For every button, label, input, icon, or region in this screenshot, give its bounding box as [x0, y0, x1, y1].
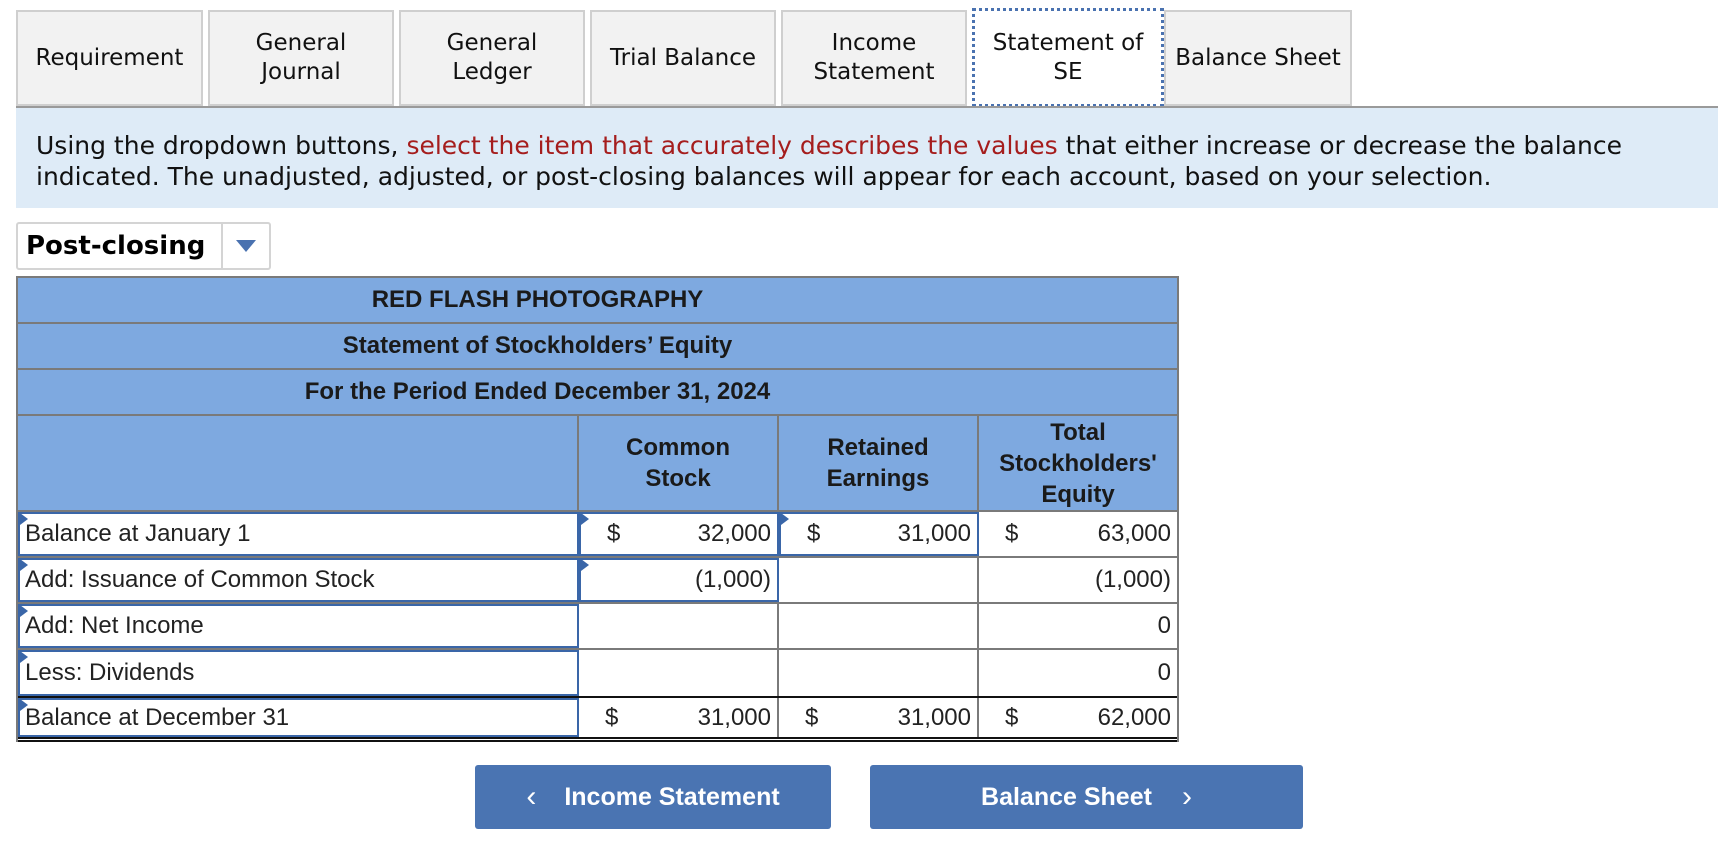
- table-row: Balance at January 1 $32,000 $31,000 $63…: [18, 512, 1177, 558]
- total-se-cell: 0: [979, 650, 1177, 696]
- column-header-blank: [18, 416, 579, 510]
- cell-value: 62,000: [1097, 703, 1171, 731]
- cell-value: (1,000): [1094, 566, 1171, 593]
- retained-earnings-cell: [779, 650, 979, 696]
- table-row: Add: Net Income 0: [18, 604, 1177, 650]
- cell-value: 31,000: [897, 520, 971, 547]
- statement-title: Statement of Stockholders’ Equity: [18, 324, 1177, 370]
- instructions-text: Using the dropdown buttons,: [36, 131, 407, 160]
- tab-general-ledger[interactable]: General Ledger: [399, 10, 585, 106]
- common-stock-cell: [579, 650, 779, 696]
- company-name-text: RED FLASH PHOTOGRAPHY: [371, 286, 704, 313]
- total-se-cell: (1,000): [979, 558, 1177, 602]
- common-stock-cell: [579, 604, 779, 648]
- tab-label: Trial Balance: [609, 44, 757, 71]
- total-se-total: $62,000: [979, 698, 1177, 737]
- tab-label: Balance Sheet: [1175, 44, 1341, 71]
- next-button-label: Balance Sheet: [981, 782, 1152, 811]
- dollar-sign: $: [607, 520, 621, 547]
- tab-balance-sheet[interactable]: Balance Sheet: [1164, 10, 1352, 106]
- total-se-cell: $63,000: [979, 512, 1177, 556]
- cell-value: 31,000: [697, 703, 771, 731]
- dollar-sign: $: [1005, 520, 1019, 547]
- cell-value: (1,000): [694, 566, 771, 593]
- table-row: Less: Dividends 0: [18, 650, 1177, 696]
- dollar-sign: $: [805, 703, 819, 731]
- row-label-input[interactable]: Less: Dividends: [18, 650, 579, 696]
- tab-income-statement[interactable]: Income Statement: [781, 10, 967, 106]
- chevron-left-icon: ‹: [526, 780, 537, 813]
- prev-button-label: Income Statement: [564, 782, 780, 811]
- cell-value: 32,000: [697, 520, 771, 547]
- column-header-retained-earnings: Retained Earnings: [779, 416, 979, 510]
- caret-down-icon: [236, 240, 256, 252]
- column-header-row: Common Stock Retained Earnings Total Sto…: [18, 416, 1177, 512]
- tab-label: General Ledger: [446, 30, 538, 85]
- row-label-input[interactable]: Add: Issuance of Common Stock: [18, 558, 579, 602]
- tab-statement-of-se[interactable]: Statement of SE: [972, 8, 1164, 107]
- common-stock-total: $31,000: [579, 698, 779, 737]
- dollar-sign: $: [605, 703, 619, 731]
- row-label-input[interactable]: Balance at December 31: [18, 698, 579, 737]
- statement-period: For the Period Ended December 31, 2024: [18, 370, 1177, 416]
- dropdown-selected-value: Post-closing: [26, 231, 206, 261]
- tab-label: Statement of SE: [992, 29, 1144, 85]
- retained-earnings-input[interactable]: $31,000: [779, 512, 979, 556]
- retained-earnings-cell: [779, 558, 979, 602]
- tab-bar: Requirement General Journal General Ledg…: [16, 8, 1357, 107]
- common-stock-input[interactable]: (1,000): [579, 558, 779, 602]
- cell-value: 0: [1157, 659, 1171, 686]
- retained-earnings-total: $31,000: [779, 698, 979, 737]
- next-balance-sheet-button[interactable]: Balance Sheet ›: [870, 765, 1303, 829]
- row-label-input[interactable]: Balance at January 1: [18, 512, 579, 556]
- balance-type-dropdown[interactable]: Post-closing: [16, 222, 271, 270]
- dropdown-toggle[interactable]: [221, 224, 269, 268]
- chevron-right-icon: ›: [1181, 780, 1192, 813]
- row-label-input[interactable]: Add: Net Income: [18, 604, 579, 648]
- cell-value: 63,000: [1097, 520, 1171, 547]
- tab-general-journal[interactable]: General Journal: [208, 10, 394, 106]
- cell-value: 0: [1157, 612, 1171, 639]
- table-row: Add: Issuance of Common Stock (1,000) (1…: [18, 558, 1177, 604]
- tab-trial-balance[interactable]: Trial Balance: [590, 10, 776, 106]
- column-header-total-se: Total Stockholders' Equity: [999, 418, 1157, 508]
- cell-value: 31,000: [897, 703, 971, 731]
- common-stock-input[interactable]: $32,000: [579, 512, 779, 556]
- instructions-panel: Using the dropdown buttons, select the i…: [16, 106, 1718, 208]
- statement-of-se-table: RED FLASH PHOTOGRAPHY Statement of Stock…: [16, 276, 1179, 742]
- tab-label: Requirement: [35, 44, 184, 71]
- statement-title-text: Statement of Stockholders’ Equity: [342, 332, 733, 359]
- company-name: RED FLASH PHOTOGRAPHY: [18, 278, 1177, 324]
- prev-income-statement-button[interactable]: ‹ Income Statement: [475, 765, 831, 829]
- total-se-cell: 0: [979, 604, 1177, 648]
- dollar-sign: $: [1005, 703, 1019, 731]
- tab-label: General Journal: [255, 30, 347, 85]
- column-header-common-stock: Common Stock: [579, 416, 779, 510]
- table-row-total: Balance at December 31 $31,000 $31,000 $…: [18, 696, 1177, 742]
- dollar-sign: $: [807, 520, 821, 547]
- tab-requirement[interactable]: Requirement: [16, 10, 203, 106]
- tab-label: Income Statement: [813, 30, 935, 85]
- retained-earnings-cell: [779, 604, 979, 648]
- statement-period-text: For the Period Ended December 31, 2024: [304, 378, 771, 405]
- instructions-highlight: select the item that accurately describe…: [406, 131, 1058, 160]
